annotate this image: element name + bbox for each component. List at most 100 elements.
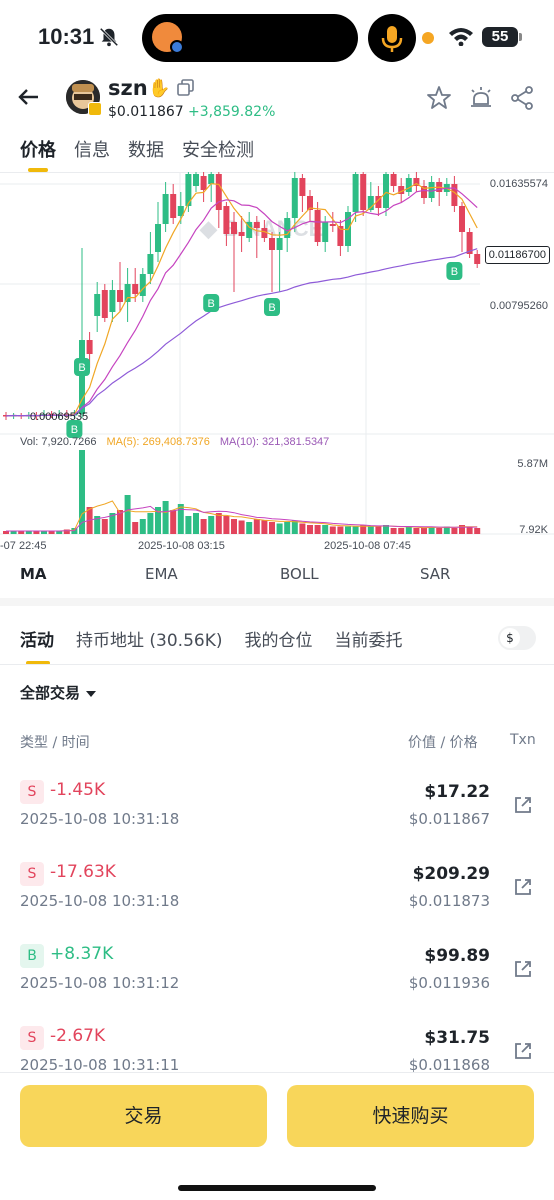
volume-ma5: MA(5): 269,408.7376 [106,436,210,448]
chain-badge-icon [88,102,102,116]
currency-toggle[interactable]: $ [498,626,536,650]
trade-row[interactable]: S -17.63K 2025-10-08 10:31:18 $209.29 $0… [0,858,554,940]
volume-bar [208,516,215,534]
quick-buy-button[interactable]: 快速购买 [287,1085,534,1147]
external-link-icon[interactable] [512,1040,534,1062]
candle-body [109,290,116,312]
volume-bar [474,528,481,534]
tab-data[interactable]: 数据 [128,136,164,172]
trade-amount: +8.37K [50,944,114,964]
volume-bar [345,526,351,534]
tab-holders[interactable]: 持币地址 (30.56K) [76,626,222,665]
volume-bar [170,510,177,534]
candle-body [299,178,306,196]
candle-body [193,174,199,186]
copy-icon[interactable] [176,78,196,98]
candle-body [124,284,131,302]
indicator-ma[interactable]: MA [20,565,47,583]
side-badge: S [20,862,44,886]
trade-time: 2025-10-08 10:31:12 [20,974,180,992]
volume-bar [215,513,222,534]
candle-body [459,206,465,232]
candle-body [132,284,139,294]
volume-bar [421,528,427,534]
main-tabs: 价格 信息 数据 安全检测 [20,136,254,172]
price-label-min: 0.00069535 [30,411,89,423]
volume-bar [390,528,397,534]
tab-info[interactable]: 信息 [74,136,110,172]
volume-bar [238,520,245,534]
activity-divider [0,664,554,665]
volume-bar [367,526,374,534]
trade-filter-label: 全部交易 [20,684,81,702]
current-price-tag: 0.01186700 [484,246,550,264]
volume-bar [162,501,169,534]
volume-bar [436,528,443,534]
trade-filter-dropdown[interactable]: 全部交易 [20,682,97,703]
indicator-sar[interactable]: SAR [420,565,450,583]
candlestick-chart[interactable]: ◆ BINANCE B B B B B [0,172,554,542]
buy-marker[interactable]: B [203,294,220,312]
tab-security[interactable]: 安全检测 [182,136,254,172]
volume-bar [284,522,291,534]
trade-row[interactable]: S -1.45K 2025-10-08 10:31:18 $17.22 $0.0… [0,776,554,858]
trade-value: $209.29 [412,864,490,884]
buy-marker[interactable]: B [264,298,280,316]
volume-legend: Vol: 7,920.7266 MA(5): 269,408.7376 MA(1… [20,436,329,448]
candle-body [208,174,215,184]
candle-body [291,178,298,218]
mic-indicator [368,14,416,62]
trade-time: 2025-10-08 10:31:18 [20,892,180,910]
token-price: $0.011867 [108,104,184,120]
candle-body [94,294,101,316]
volume-bar [352,526,359,534]
candle-body [322,222,329,242]
time-label-1: -07 22:45 [0,540,47,552]
volume-bar [139,519,146,534]
token-name: szn [108,76,148,100]
volume-bar [231,519,237,534]
external-link-icon[interactable] [512,876,534,898]
col-type-time: 类型 / 时间 [20,735,90,751]
back-button[interactable] [14,82,44,112]
volume-bar [193,513,199,534]
mic-icon [381,26,403,52]
buy-marker[interactable]: B [446,262,463,280]
bottom-action-bar: 交易 快速购买 [0,1072,554,1200]
volume-bar [322,525,329,534]
tab-activity[interactable]: 活动 [20,626,54,665]
bell-muted-icon [99,27,119,47]
alert-bell-icon[interactable] [467,84,495,112]
volume-value: Vol: 7,920.7266 [20,436,97,448]
volume-bar [101,519,108,534]
volume-bar [261,520,268,534]
tab-my-positions[interactable]: 我的仓位 [244,626,312,665]
volume-bar [177,504,184,534]
volume-bar [246,522,253,534]
candle-body [117,290,123,302]
volume-bar [200,519,207,534]
activity-tabs: 活动 持币地址 (30.56K) 我的仓位 当前委托 [20,626,402,665]
trade-price: $0.011873 [408,892,490,910]
battery-cap [519,33,522,41]
currency-knob: $ [500,628,520,648]
trade-row[interactable]: B +8.37K 2025-10-08 10:31:12 $99.89 $0.0… [0,940,554,1022]
tab-price[interactable]: 价格 [20,136,56,172]
external-link-icon[interactable] [512,794,534,816]
external-link-icon[interactable] [512,958,534,980]
section-divider [0,598,554,606]
volume-bar [314,525,321,534]
indicator-ema[interactable]: EMA [145,565,178,583]
side-badge: S [20,1026,44,1050]
share-icon[interactable] [508,84,536,112]
star-icon[interactable] [425,84,453,112]
ma30-line [5,248,478,417]
indicator-boll[interactable]: BOLL [280,565,319,583]
status-time: 10:31 [38,24,95,49]
tab-open-orders[interactable]: 当前委托 [334,626,402,665]
volume-bar [405,526,412,534]
trade-button[interactable]: 交易 [20,1085,267,1147]
trade-time: 2025-10-08 10:31:18 [20,810,180,828]
buy-marker[interactable]: B [74,358,90,376]
trade-price: $0.011867 [408,810,490,828]
